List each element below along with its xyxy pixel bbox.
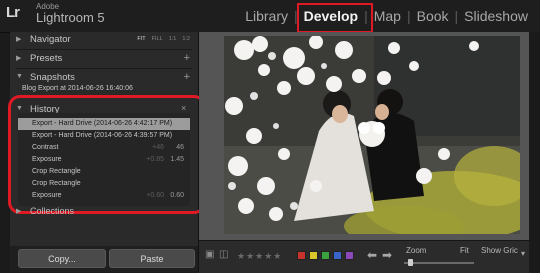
zoom-fit-option[interactable]: FIT (137, 36, 145, 42)
paste-settings-button[interactable]: Paste (109, 249, 195, 268)
panel-divider (16, 68, 192, 69)
show-grid-select[interactable]: Show Gric (481, 246, 518, 255)
module-picker: Library | Develop | Map | Book | Slidesh… (241, 8, 532, 24)
color-label-swatch[interactable] (297, 251, 306, 260)
color-label-swatch[interactable] (321, 251, 330, 260)
zoom-slider-handle[interactable] (408, 259, 413, 266)
module-book[interactable]: Book (413, 8, 453, 24)
zoom-1-2-option[interactable]: 1:2 (182, 36, 190, 42)
collapse-triangle-icon: ▼ (16, 73, 23, 80)
previous-photo-icon[interactable]: ⬅ (367, 248, 377, 262)
module-map[interactable]: Map (370, 8, 405, 24)
navigator-label: Navigator (30, 34, 71, 45)
chevron-down-icon[interactable]: ▾ (521, 249, 525, 258)
presets-header[interactable]: ▶ Presets + (10, 51, 198, 68)
zoom-1-1-option[interactable]: 1:1 (169, 36, 177, 42)
add-snapshot-icon[interactable]: + (184, 71, 190, 83)
presets-label: Presets (30, 53, 63, 64)
module-separator: | (406, 8, 411, 24)
color-label-swatch[interactable] (333, 251, 342, 260)
snapshots-label: Snapshots (30, 72, 75, 83)
panel-divider (16, 49, 192, 50)
expand-triangle-icon: ▶ (16, 36, 22, 43)
wedding-couple-photo (224, 36, 520, 234)
split-view-icon[interactable]: ◫ (219, 249, 228, 260)
module-slideshow[interactable]: Slideshow (460, 8, 532, 24)
zoom-label: Zoom (406, 246, 427, 255)
module-library[interactable]: Library (241, 8, 292, 24)
lightroom-logo: Lr (6, 4, 20, 21)
snapshot-item[interactable]: Blog Export at 2014-06-26 16:40:06 (22, 85, 133, 92)
photo-preview[interactable] (224, 36, 520, 234)
expand-triangle-icon: ▶ (16, 55, 22, 62)
before-after-icon[interactable]: ▣ (205, 249, 214, 260)
zoom-fit-label[interactable]: Fit (460, 246, 469, 255)
top-bar: Lr Adobe Lightroom 5 Library | Develop |… (0, 0, 540, 33)
module-separator: | (454, 8, 459, 24)
right-panel-edge (530, 32, 540, 272)
collections-header[interactable]: ▶ Collections (10, 205, 198, 219)
add-preset-icon[interactable]: + (184, 52, 190, 64)
color-label-swatch[interactable] (345, 251, 354, 260)
history-highlight-annotation (8, 95, 206, 214)
expand-triangle-icon: ▶ (16, 208, 22, 215)
app-title: Lightroom 5 (36, 10, 105, 25)
navigator-zoom-options: FIT FILL 1:1 1:2 (137, 36, 190, 42)
develop-highlight-annotation (297, 3, 373, 33)
collections-label: Collections (30, 206, 75, 216)
copy-settings-button[interactable]: Copy... (18, 249, 106, 268)
next-photo-icon[interactable]: ➡ (382, 248, 392, 262)
star-rating[interactable]: ★★★★★ (237, 251, 282, 262)
navigator-header[interactable]: ▶ Navigator FIT FILL 1:1 1:2 (10, 32, 198, 49)
zoom-fill-option[interactable]: FILL (152, 36, 163, 42)
color-label-swatch[interactable] (309, 251, 318, 260)
zoom-slider[interactable] (404, 262, 474, 264)
